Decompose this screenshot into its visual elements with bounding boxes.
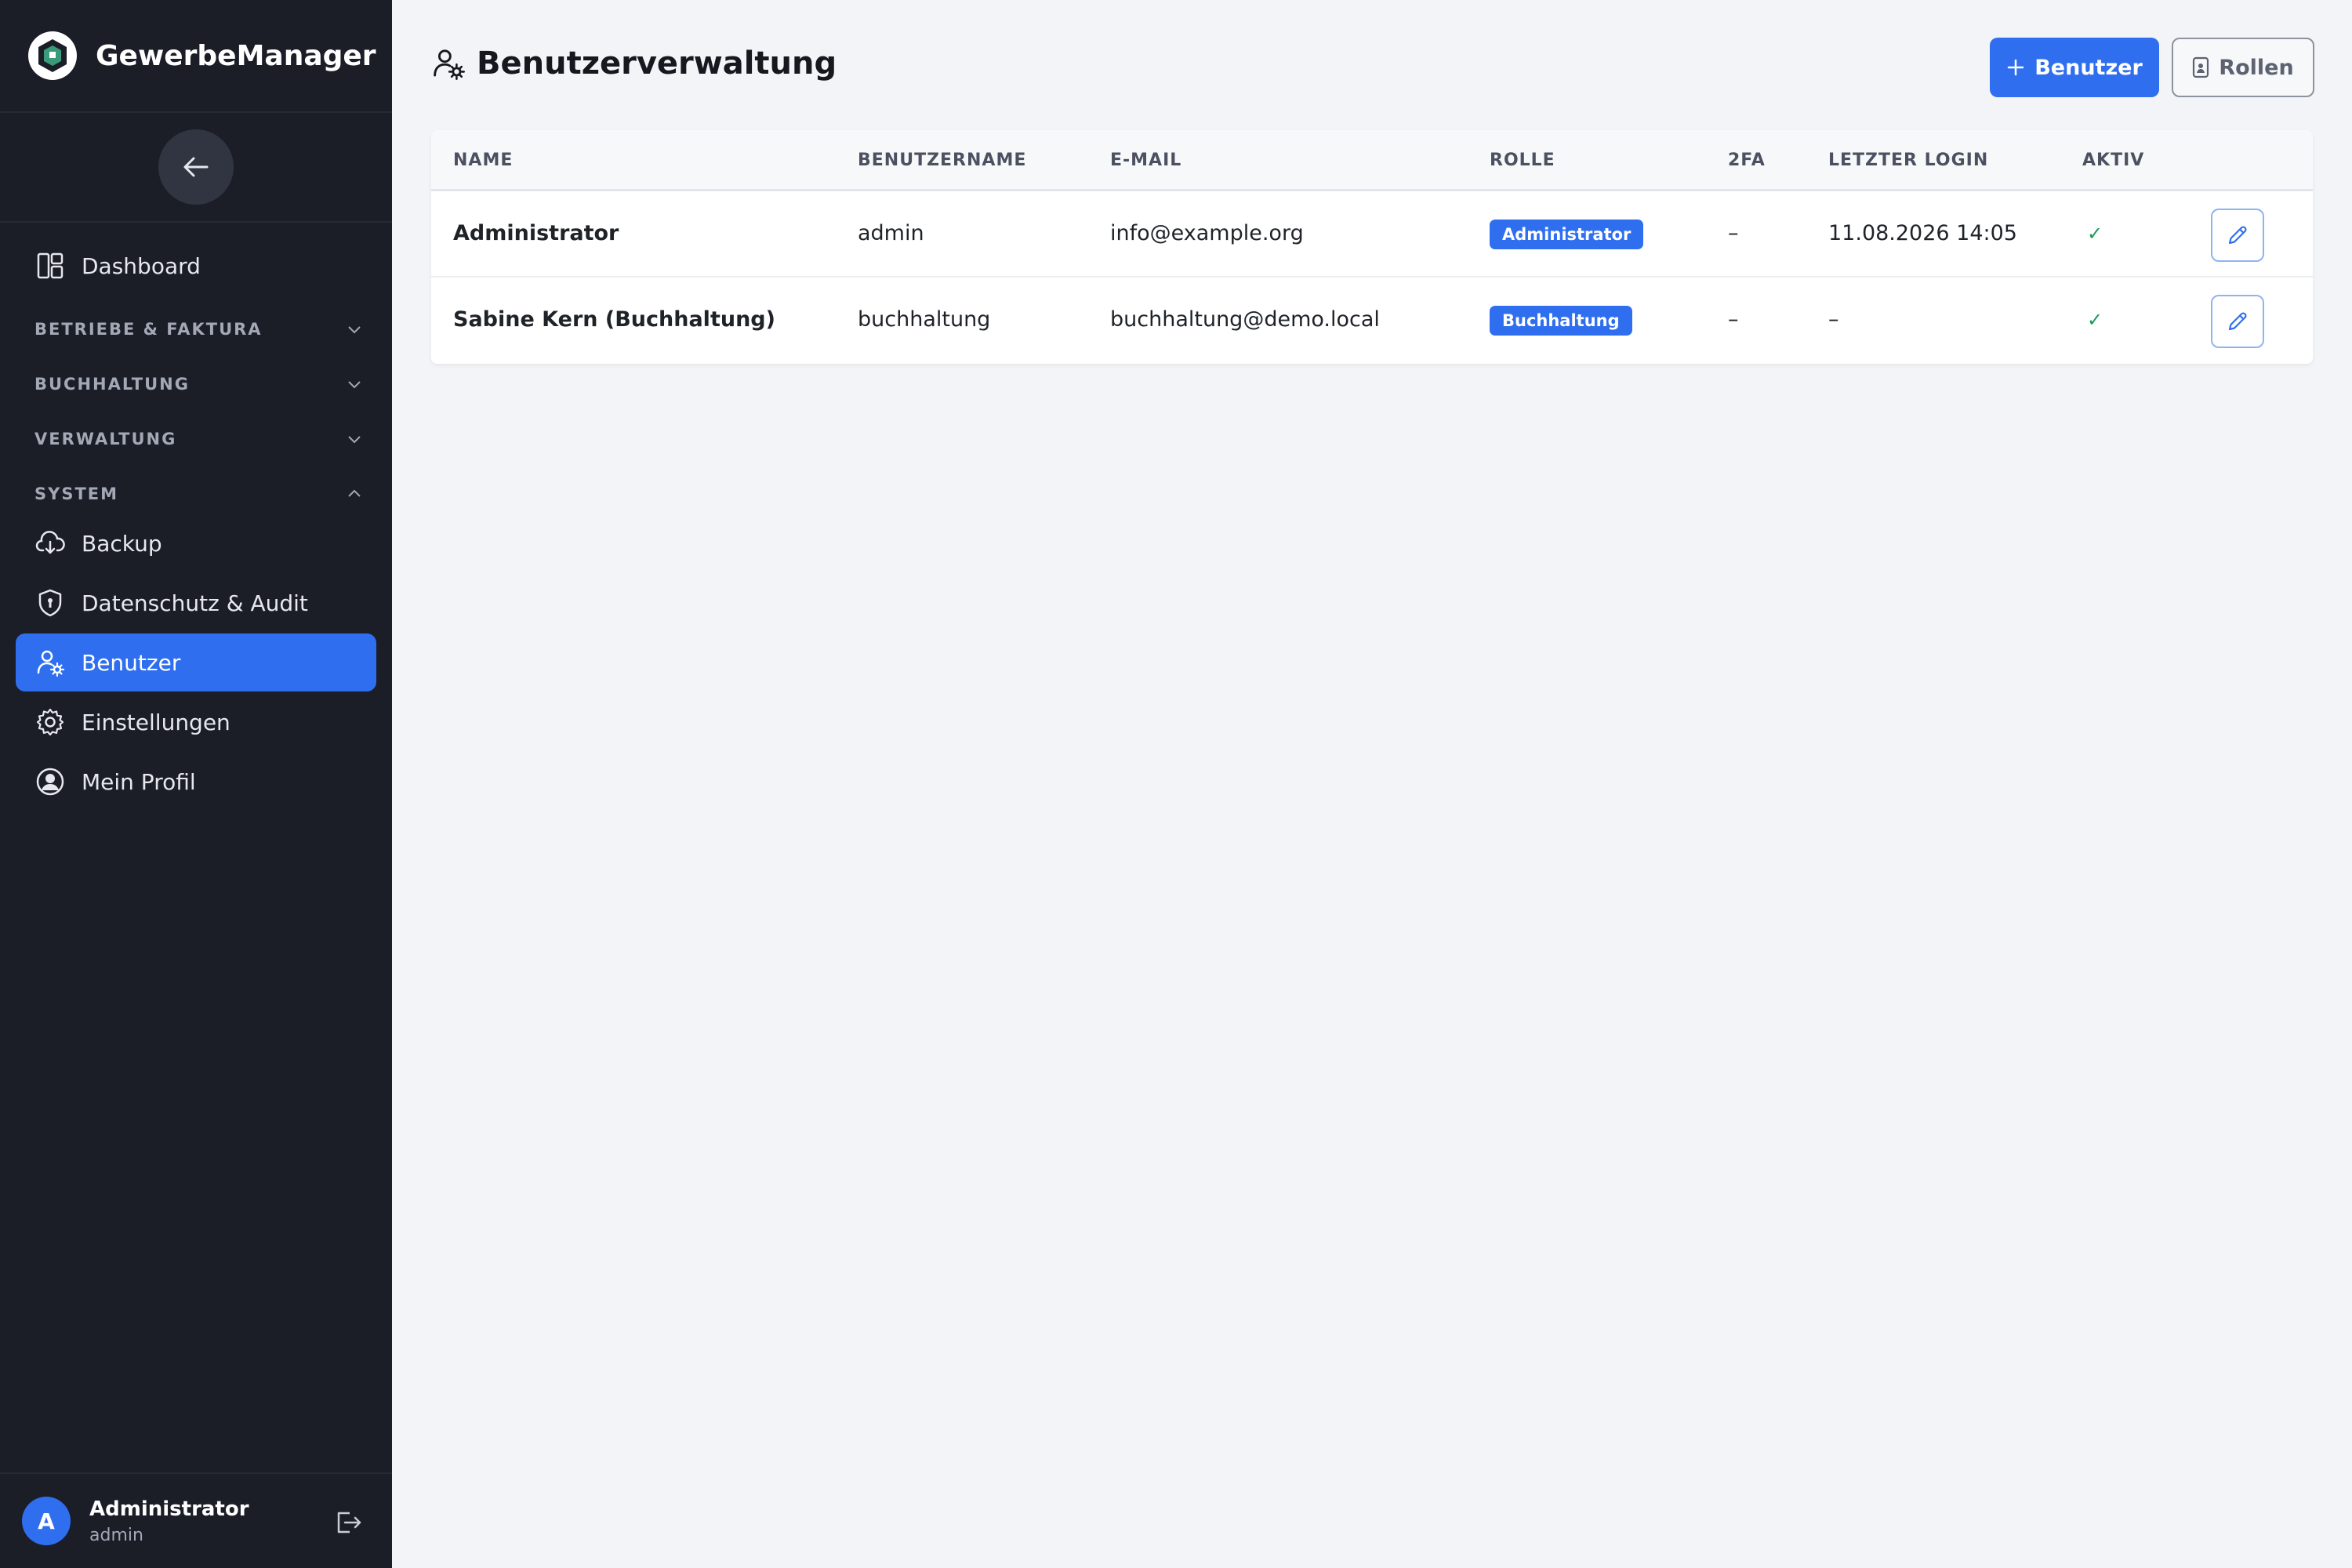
sidebar-item-mein-profil[interactable]: Mein Profil — [16, 753, 376, 811]
edit-user-button[interactable] — [2211, 209, 2264, 262]
column-header-username[interactable]: BENUTZERNAME — [858, 151, 1026, 170]
cell-2fa: – — [1728, 307, 1739, 332]
gear-icon — [34, 706, 66, 738]
section-buchhaltung[interactable]: BUCHHALTUNG — [34, 375, 364, 394]
plus-icon — [2006, 58, 2025, 77]
sidebar-item-backup[interactable]: Backup — [16, 514, 376, 572]
column-header-2fa[interactable]: 2FA — [1728, 151, 1766, 170]
sidebar-item-einstellungen[interactable]: Einstellungen — [16, 693, 376, 751]
roles-button[interactable]: Rollen — [2172, 38, 2314, 97]
collapse-sidebar-button[interactable] — [158, 129, 234, 205]
user-name: Administrator — [89, 1497, 249, 1521]
logout-icon — [337, 1512, 361, 1534]
user-login: admin — [89, 1525, 143, 1545]
table-row[interactable]: Administrator admin info@example.org Adm… — [431, 191, 2313, 278]
column-header-role[interactable]: ROLLE — [1490, 151, 1555, 170]
sidebar-item-dashboard[interactable]: Dashboard — [16, 237, 376, 295]
sidebar-item-label: Mein Profil — [82, 768, 196, 795]
main-content: Benutzerverwaltung Benutzer Rollen NAME … — [392, 0, 2352, 1568]
arrow-left-icon — [183, 157, 209, 177]
sidebar-item-label: Einstellungen — [82, 709, 230, 735]
roles-label: Rollen — [2219, 55, 2294, 80]
pencil-icon — [2228, 312, 2247, 331]
section-betriebe-faktura[interactable]: BETRIEBE & FAKTURA — [34, 320, 364, 339]
column-header-last-login[interactable]: LETZTER LOGIN — [1828, 151, 1988, 170]
section-label: BETRIEBE & FAKTURA — [34, 320, 263, 339]
page-title-text: Benutzerverwaltung — [477, 45, 837, 82]
cell-2fa: – — [1728, 221, 1739, 245]
pencil-icon — [2228, 226, 2247, 245]
section-label: BUCHHALTUNG — [34, 375, 190, 394]
cloud-download-icon — [34, 528, 66, 559]
column-header-email[interactable]: E-MAIL — [1110, 151, 1181, 170]
cell-email: buchhaltung@demo.local — [1110, 307, 1380, 332]
sidebar-item-benutzer[interactable]: Benutzer — [16, 633, 376, 691]
sidebar-item-label: Benutzer — [82, 649, 181, 676]
chevron-down-icon — [348, 381, 361, 389]
section-system[interactable]: SYSTEM — [34, 485, 364, 503]
add-user-label: Benutzer — [2034, 55, 2143, 80]
cell-email: info@example.org — [1110, 221, 1304, 245]
sidebar: GewerbeManager Dashboard BETRIEBE & FAKT… — [0, 0, 392, 1568]
shield-icon — [34, 587, 66, 619]
cell-last-login: – — [1828, 307, 1839, 332]
section-verwaltung[interactable]: VERWALTUNG — [34, 430, 364, 448]
chevron-down-icon — [348, 326, 361, 334]
cell-username: admin — [858, 221, 924, 245]
dashboard-icon — [34, 250, 66, 281]
cell-name: Administrator — [453, 221, 619, 245]
app-logo-icon — [28, 31, 77, 80]
logout-button[interactable] — [332, 1507, 364, 1538]
user-gear-icon — [431, 46, 466, 81]
users-table: NAME BENUTZERNAME E-MAIL ROLLE 2FA LETZT… — [431, 130, 2313, 364]
role-badge: Administrator — [1490, 220, 1644, 249]
collapse-area — [0, 113, 392, 223]
app-name: GewerbeManager — [96, 39, 376, 72]
user-gear-icon — [34, 647, 66, 678]
sidebar-item-label: Backup — [82, 530, 162, 557]
chevron-down-icon — [348, 436, 361, 444]
current-user[interactable]: A Administrator admin — [0, 1472, 392, 1568]
edit-user-button[interactable] — [2211, 295, 2264, 348]
column-header-name[interactable]: NAME — [453, 151, 513, 170]
section-label: VERWALTUNG — [34, 430, 177, 448]
page-title: Benutzerverwaltung — [431, 45, 837, 82]
sidebar-item-label: Dashboard — [82, 252, 201, 279]
add-user-button[interactable]: Benutzer — [1990, 38, 2159, 97]
cell-username: buchhaltung — [858, 307, 991, 332]
active-check-icon: ✓ — [2087, 309, 2103, 331]
table-header: NAME BENUTZERNAME E-MAIL ROLLE 2FA LETZT… — [431, 130, 2313, 191]
user-circle-icon — [34, 766, 66, 797]
brand[interactable]: GewerbeManager — [0, 0, 392, 113]
avatar: A — [22, 1497, 71, 1545]
table-row[interactable]: Sabine Kern (Buchhaltung) buchhaltung bu… — [431, 278, 2313, 364]
sidebar-item-datenschutz-audit[interactable]: Datenschutz & Audit — [16, 574, 376, 632]
cell-last-login: 11.08.2026 14:05 — [1828, 221, 2017, 245]
user-info: Administrator admin — [89, 1497, 249, 1545]
section-label: SYSTEM — [34, 485, 119, 503]
sidebar-item-label: Datenschutz & Audit — [82, 590, 308, 616]
column-header-active[interactable]: AKTIV — [2082, 151, 2144, 170]
chevron-up-icon — [348, 489, 361, 497]
role-badge: Buchhaltung — [1490, 306, 1632, 336]
cell-name: Sabine Kern (Buchhaltung) — [453, 307, 775, 332]
active-check-icon: ✓ — [2087, 223, 2103, 245]
id-badge-icon — [2192, 56, 2209, 78]
